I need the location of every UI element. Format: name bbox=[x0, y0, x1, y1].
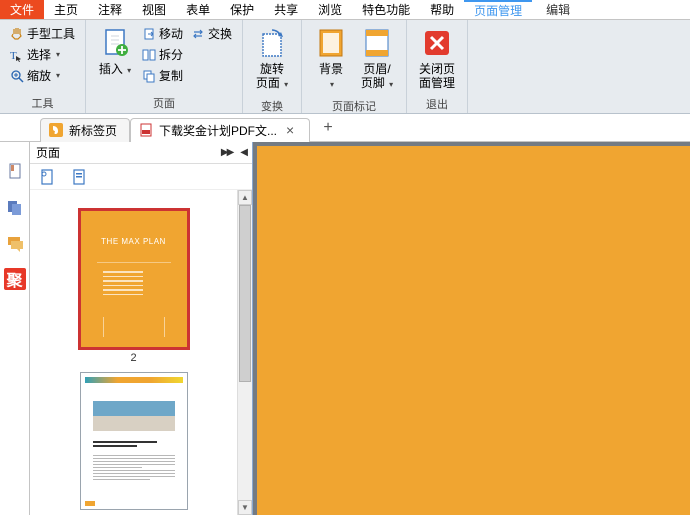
hand-icon bbox=[10, 27, 24, 41]
split-icon bbox=[142, 48, 156, 62]
tab-home[interactable]: 主页 bbox=[44, 0, 88, 19]
ju-icon: 聚 bbox=[4, 268, 26, 290]
group-tools: 手型工具 T 选择 ▾ 缩放 ▾ 工具 bbox=[0, 20, 86, 113]
insert-page-icon bbox=[98, 26, 132, 60]
top-tabstrip: 文件 主页 注释 视图 表单 保护 共享 浏览 特色功能 帮助 页面管理 编辑 bbox=[0, 0, 690, 20]
document-tab-new[interactable]: 新标签页 bbox=[40, 118, 130, 142]
ribbon: 手型工具 T 选择 ▾ 缩放 ▾ 工具 bbox=[0, 20, 690, 114]
scroll-thumb[interactable] bbox=[239, 205, 251, 382]
split-page-label: 拆分 bbox=[159, 46, 183, 63]
select-icon: T bbox=[10, 48, 24, 62]
page-thumbnail-3[interactable] bbox=[80, 372, 188, 510]
group-exit: 关闭页 面管理 退出 bbox=[407, 20, 468, 113]
group-page-mark-label: 页面标记 bbox=[306, 98, 402, 114]
tab-page-management[interactable]: 页面管理 bbox=[464, 0, 532, 19]
header-footer-button[interactable]: 页眉/ 页脚 ▾ bbox=[354, 24, 400, 94]
document-tab-new-label: 新标签页 bbox=[69, 122, 117, 139]
chevron-down-icon: ▾ bbox=[330, 80, 334, 89]
group-transform-label: 变换 bbox=[247, 98, 297, 114]
panel-scrollbar[interactable]: ▲ ▼ bbox=[237, 190, 252, 515]
zoom-tool-label: 缩放 bbox=[27, 67, 51, 84]
rotate-page-label: 旋转 页面 bbox=[256, 62, 284, 90]
split-page-button[interactable]: 拆分 bbox=[140, 45, 185, 64]
tab-protect[interactable]: 保护 bbox=[220, 0, 264, 19]
group-page-mark: 背景 ▾ 页眉/ 页脚 ▾ 页面标记 bbox=[302, 20, 407, 113]
rotate-page-button[interactable]: 旋转 页面 ▾ bbox=[249, 24, 295, 94]
zoom-tool-button[interactable]: 缩放 ▾ bbox=[8, 66, 77, 85]
select-tool-label: 选择 bbox=[27, 46, 51, 63]
side-strip: 聚 bbox=[0, 142, 30, 515]
document-page bbox=[257, 146, 690, 515]
comments-panel-icon[interactable] bbox=[4, 232, 26, 254]
scroll-up-icon[interactable]: ▲ bbox=[238, 190, 252, 205]
tab-comment[interactable]: 注释 bbox=[88, 0, 132, 19]
background-label: 背景 bbox=[319, 62, 343, 76]
new-tab-button[interactable]: + bbox=[318, 119, 338, 137]
document-tabstrip: 新标签页 下载奖金计划PDF文... × + bbox=[0, 114, 690, 142]
bookmark-panel-icon[interactable] bbox=[4, 160, 26, 182]
hand-tool-button[interactable]: 手型工具 bbox=[8, 24, 77, 43]
chevron-down-icon: ▾ bbox=[125, 66, 131, 75]
swap-page-label: 交换 bbox=[208, 25, 232, 42]
tab-edit[interactable]: 编辑 bbox=[536, 0, 580, 19]
move-page-label: 移动 bbox=[159, 25, 183, 42]
panel-tool-page-icon[interactable] bbox=[38, 168, 56, 186]
group-exit-label: 退出 bbox=[411, 96, 463, 113]
chevron-down-icon: ▾ bbox=[387, 80, 393, 89]
page-thumbnail-number: 2 bbox=[130, 352, 136, 364]
group-page-label: 页面 bbox=[90, 95, 238, 113]
workspace: 聚 页面 ▶▶ ◀ THE MAX PLA bbox=[0, 142, 690, 515]
tab-share[interactable]: 共享 bbox=[264, 0, 308, 19]
group-page: 插入 ▾ 移动 拆分 复制 bbox=[86, 20, 243, 113]
group-transform: 旋转 页面 ▾ 变换 bbox=[243, 20, 302, 113]
background-button[interactable]: 背景 ▾ bbox=[308, 24, 354, 94]
pages-panel-title: 页面 bbox=[36, 144, 60, 161]
page-thumbnail-2[interactable]: THE MAX PLAN bbox=[80, 210, 188, 348]
move-icon bbox=[142, 27, 156, 41]
insert-page-button[interactable]: 插入 ▾ bbox=[92, 24, 138, 80]
chevron-down-icon: ▾ bbox=[282, 80, 288, 89]
copy-page-button[interactable]: 复制 bbox=[140, 66, 185, 85]
document-tab-close-icon[interactable]: × bbox=[283, 122, 297, 138]
close-icon bbox=[420, 26, 454, 60]
background-icon bbox=[314, 26, 348, 60]
panel-prev-icon[interactable]: ◀ bbox=[240, 147, 246, 158]
group-tools-label: 工具 bbox=[4, 95, 81, 113]
tab-form[interactable]: 表单 bbox=[176, 0, 220, 19]
panel-tool-option-icon[interactable] bbox=[70, 168, 88, 186]
panel-collapse-icon[interactable]: ▶▶ bbox=[221, 147, 232, 158]
tab-browse[interactable]: 浏览 bbox=[308, 0, 352, 19]
pdf-icon bbox=[139, 123, 153, 137]
document-tab-pdf[interactable]: 下载奖金计划PDF文... × bbox=[130, 118, 310, 142]
swap-icon bbox=[191, 27, 205, 41]
insert-page-label: 插入 bbox=[99, 62, 123, 76]
pages-panel: 页面 ▶▶ ◀ THE MAX PLAN bbox=[30, 142, 253, 515]
close-page-management-label: 关闭页 面管理 bbox=[419, 62, 455, 90]
svg-text:T: T bbox=[10, 50, 17, 62]
foxit-icon bbox=[49, 123, 63, 137]
thumbnail-list: THE MAX PLAN 2 bbox=[30, 190, 237, 515]
hand-tool-label: 手型工具 bbox=[27, 25, 75, 42]
chevron-down-icon: ▾ bbox=[56, 50, 60, 59]
tab-features[interactable]: 特色功能 bbox=[352, 0, 420, 19]
zoom-icon bbox=[10, 69, 24, 83]
document-view[interactable] bbox=[253, 142, 690, 515]
copy-icon bbox=[142, 69, 156, 83]
tab-file[interactable]: 文件 bbox=[0, 0, 44, 19]
scroll-down-icon[interactable]: ▼ bbox=[238, 500, 252, 515]
swap-page-button[interactable]: 交换 bbox=[189, 24, 234, 43]
move-page-button[interactable]: 移动 bbox=[140, 24, 185, 43]
tab-help[interactable]: 帮助 bbox=[420, 0, 464, 19]
close-page-management-button[interactable]: 关闭页 面管理 bbox=[413, 24, 461, 92]
thumbnail-title: THE MAX PLAN bbox=[95, 237, 173, 246]
tab-view[interactable]: 视图 bbox=[132, 0, 176, 19]
chevron-down-icon: ▾ bbox=[56, 71, 60, 80]
document-tab-pdf-label: 下载奖金计划PDF文... bbox=[159, 122, 277, 139]
header-footer-icon bbox=[360, 26, 394, 60]
pages-panel-icon[interactable] bbox=[4, 196, 26, 218]
rotate-icon bbox=[255, 26, 289, 60]
select-tool-button[interactable]: T 选择 ▾ bbox=[8, 45, 77, 64]
ju-button[interactable]: 聚 bbox=[4, 268, 26, 290]
copy-page-label: 复制 bbox=[159, 67, 183, 84]
